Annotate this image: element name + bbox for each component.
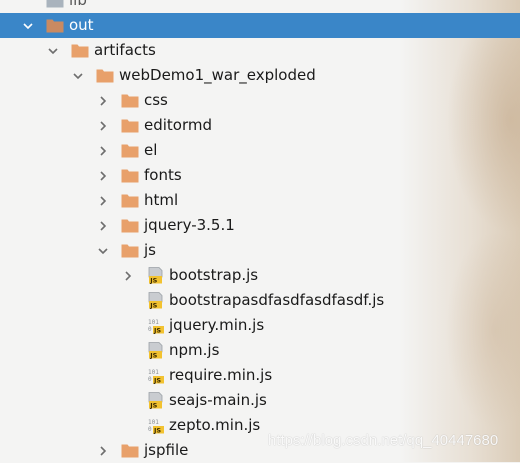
- svg-text:JS: JS: [153, 426, 161, 434]
- javascript-file-icon: JS: [148, 392, 164, 409]
- tree-node-html[interactable]: html: [0, 188, 520, 213]
- chevron-down-icon[interactable]: [70, 63, 86, 88]
- watermark: https://blog.csdn.net/qq_40447680: [268, 432, 499, 449]
- tree-node-label: lib: [69, 0, 87, 9]
- chevron-right-icon[interactable]: [95, 138, 111, 163]
- tree-node-fonts[interactable]: fonts: [0, 163, 520, 188]
- chevron-right-icon[interactable]: [95, 88, 111, 113]
- folder-icon: [121, 143, 139, 158]
- tree-node-jquery-3-5-1[interactable]: jquery-3.5.1: [0, 213, 520, 238]
- chevron-down-icon[interactable]: [20, 13, 36, 38]
- svg-text:JS: JS: [149, 351, 157, 359]
- minified-javascript-file-icon: 101 0 JS: [148, 367, 164, 384]
- folder-icon: [121, 243, 139, 258]
- folder-icon: [121, 168, 139, 183]
- tree-node-lib[interactable]: lib: [0, 0, 520, 13]
- svg-text:101: 101: [148, 319, 159, 326]
- tree-node-label: el: [144, 141, 158, 159]
- folder-icon: [121, 118, 139, 133]
- tree-node-bootstrap-js[interactable]: JS bootstrap.js: [0, 263, 520, 288]
- tree-node-label: js: [144, 241, 156, 259]
- project-tree[interactable]: lib out artifacts webDemo1_war_explodedcss e…: [0, 0, 520, 462]
- javascript-file-icon: JS: [148, 267, 164, 284]
- svg-text:JS: JS: [153, 326, 161, 334]
- tree-node-label: artifacts: [94, 41, 156, 59]
- tree-node-label: jquery-3.5.1: [144, 216, 235, 234]
- tree-node-out[interactable]: out: [0, 13, 520, 38]
- tree-node-npm-js[interactable]: JS npm.js: [0, 338, 520, 363]
- svg-text:101: 101: [148, 419, 159, 426]
- folder-icon: [46, 18, 64, 33]
- tree-node-label: require.min.js: [169, 366, 273, 384]
- tree-node-label: npm.js: [169, 341, 220, 359]
- chevron-down-icon[interactable]: [95, 238, 111, 263]
- tree-node-label: jquery.min.js: [169, 316, 265, 334]
- tree-node-el[interactable]: el: [0, 138, 520, 163]
- tree-node-artifacts[interactable]: artifacts: [0, 38, 520, 63]
- tree-node-css[interactable]: css: [0, 88, 520, 113]
- svg-text:JS: JS: [149, 401, 157, 409]
- svg-text:0: 0: [148, 426, 152, 433]
- chevron-right-icon[interactable]: [95, 438, 111, 463]
- minified-javascript-file-icon: 101 0 JS: [148, 417, 164, 434]
- tree-node-bootstrapasdfasdfasdfasdf-js[interactable]: JS bootstrapasdfasdfasdfasdf.js: [0, 288, 520, 313]
- tree-node-label: seajs-main.js: [169, 391, 267, 409]
- svg-text:0: 0: [148, 326, 152, 333]
- tree-node-label: bootstrap.js: [169, 266, 259, 284]
- svg-text:101: 101: [148, 369, 159, 376]
- tree-node-seajs-main-js[interactable]: JS seajs-main.js: [0, 388, 520, 413]
- folder-icon: [121, 443, 139, 458]
- chevron-right-icon[interactable]: [120, 263, 136, 288]
- folder-icon: [121, 218, 139, 233]
- javascript-file-icon: JS: [148, 342, 164, 359]
- tree-node-jquery-min-js[interactable]: 101 0 JS jquery.min.js: [0, 313, 520, 338]
- tree-node-label: html: [144, 191, 179, 209]
- javascript-file-icon: JS: [148, 292, 164, 309]
- chevron-right-icon[interactable]: [95, 213, 111, 238]
- tree-node-label: jspfile: [144, 441, 189, 459]
- tree-node-webdemo1-war-exploded[interactable]: webDemo1_war_exploded: [0, 63, 520, 88]
- tree-node-label: fonts: [144, 166, 182, 184]
- tree-node-label: zepto.min.js: [169, 416, 261, 434]
- svg-text:0: 0: [148, 376, 152, 383]
- folder-icon: [121, 93, 139, 108]
- folder-icon: [96, 68, 114, 83]
- folder-icon: [46, 0, 64, 8]
- tree-node-editormd[interactable]: editormd: [0, 113, 520, 138]
- svg-text:JS: JS: [149, 301, 157, 309]
- chevron-right-icon[interactable]: [95, 188, 111, 213]
- svg-text:JS: JS: [153, 376, 161, 384]
- minified-javascript-file-icon: 101 0 JS: [148, 317, 164, 334]
- folder-icon: [71, 43, 89, 58]
- tree-node-js[interactable]: js: [0, 238, 520, 263]
- chevron-right-icon[interactable]: [95, 113, 111, 138]
- chevron-right-icon[interactable]: [95, 163, 111, 188]
- tree-node-label: css: [144, 91, 168, 109]
- tree-node-label: webDemo1_war_exploded: [119, 66, 316, 84]
- tree-node-label: editormd: [144, 116, 213, 134]
- tree-node-label: bootstrapasdfasdfasdfasdf.js: [169, 291, 385, 309]
- tree-node-require-min-js[interactable]: 101 0 JS require.min.js: [0, 363, 520, 388]
- svg-text:JS: JS: [149, 276, 157, 284]
- chevron-down-icon[interactable]: [45, 38, 61, 63]
- tree-node-label: out: [69, 16, 94, 34]
- folder-icon: [121, 193, 139, 208]
